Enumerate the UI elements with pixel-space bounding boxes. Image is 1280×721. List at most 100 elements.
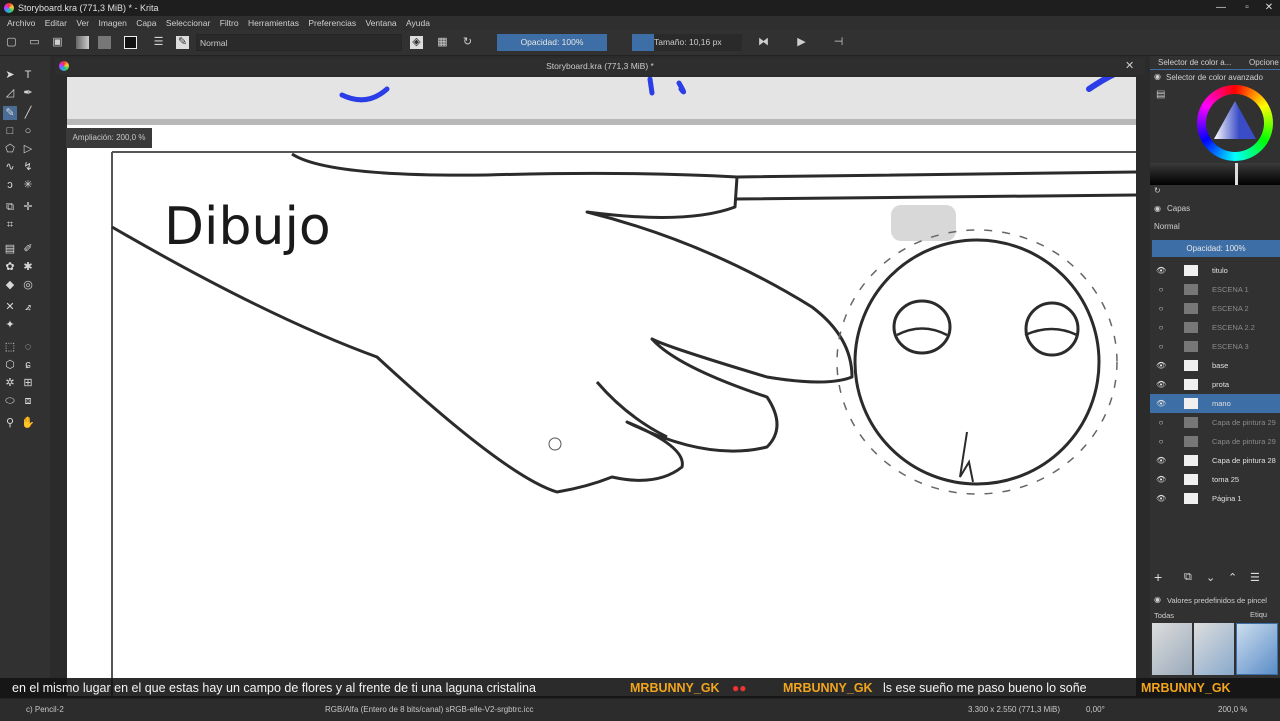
layer-row[interactable]: ○ ESCENA 2.2 — [1150, 318, 1280, 337]
layers-blend-mode[interactable]: Normal — [1154, 222, 1180, 231]
gradient-tool-icon[interactable]: ▤ — [3, 242, 17, 256]
menu-editar[interactable]: Editar — [45, 16, 67, 30]
layer-row[interactable]: 👁 base — [1150, 356, 1280, 375]
close-document-icon[interactable]: ✕ — [1125, 58, 1134, 75]
polygon-tool-icon[interactable]: ⬠ — [3, 142, 17, 156]
minimize-button[interactable]: — — [1210, 0, 1232, 16]
menu-ver[interactable]: Ver — [76, 16, 89, 30]
new-document-icon[interactable]: ▢ — [5, 36, 18, 49]
polyline-tool-icon[interactable]: ▷ — [21, 142, 35, 156]
layers-opacity-slider[interactable]: Opacidad: 100% — [1152, 240, 1280, 257]
freehand-path-tool-icon[interactable]: ↯ — [21, 160, 35, 174]
layer-row[interactable]: 👁 Página 1 — [1150, 489, 1280, 508]
refresh-icon[interactable]: ↻ — [1154, 186, 1161, 195]
opacity-slider[interactable]: Opacidad: 100% — [497, 34, 607, 51]
visibility-hidden-icon[interactable]: ○ — [1156, 299, 1166, 318]
enclose-fill-tool-icon[interactable]: ◎ — [21, 278, 35, 292]
duplicate-layer-icon[interactable]: ⧉ — [1184, 571, 1192, 584]
gradient-swatch-icon[interactable] — [76, 36, 89, 49]
blend-mode-select[interactable]: Normal — [196, 34, 402, 51]
multibrush-tool-icon[interactable]: ✳ — [21, 178, 35, 192]
transform-tool-icon[interactable]: ⧉ — [3, 200, 17, 214]
menu-archivo[interactable]: Archivo — [7, 16, 35, 30]
rectangle-tool-icon[interactable]: □ — [3, 124, 17, 138]
visibility-hidden-icon[interactable]: ○ — [1156, 318, 1166, 337]
freehand-brush-tool-icon[interactable]: ✎ — [3, 106, 17, 120]
layer-properties-icon[interactable]: ☰ — [1250, 571, 1260, 584]
similar-select-tool-icon[interactable]: ⊞ — [21, 376, 35, 390]
bezier-select-tool-icon[interactable]: ⬭ — [3, 394, 17, 408]
layer-row[interactable]: ○ Capa de pintura 29 — [1150, 413, 1280, 432]
alpha-lock-icon[interactable]: ▦ — [436, 36, 449, 49]
menu-imagen[interactable]: Imagen — [98, 16, 126, 30]
polygon-select-tool-icon[interactable]: ⬡ — [3, 358, 17, 372]
crop-tool-icon[interactable]: ⌗ — [3, 218, 17, 232]
bezier-tool-icon[interactable]: ∿ — [3, 160, 17, 174]
visibility-eye-icon[interactable]: 👁 — [1156, 489, 1166, 508]
brush-preset-pencil[interactable] — [1152, 623, 1192, 675]
save-icon[interactable]: ▣ — [51, 36, 64, 49]
measure-tool-icon[interactable]: ⦨ — [21, 300, 35, 314]
visibility-eye-icon[interactable]: 👁 — [1156, 394, 1166, 413]
status-rotation[interactable]: 0,00° — [1086, 699, 1105, 721]
smart-patch-tool-icon[interactable]: ✱ — [21, 260, 35, 274]
menu-ayuda[interactable]: Ayuda — [406, 16, 430, 30]
brush-preset-selected[interactable] — [1236, 623, 1278, 675]
calligraphy-tool-icon[interactable]: ✒ — [21, 86, 35, 100]
reference-images-tool-icon[interactable]: ✦ — [3, 318, 17, 332]
menu-herramientas[interactable]: Herramientas — [248, 16, 299, 30]
tab-options[interactable]: Opcione — [1249, 58, 1279, 67]
layer-row[interactable]: ○ ESCENA 3 — [1150, 337, 1280, 356]
layer-row[interactable]: ○ Capa de pintura 29 — [1150, 432, 1280, 451]
menu-preferencias[interactable]: Preferencias — [308, 16, 356, 30]
visibility-eye-icon[interactable]: 👁 — [1156, 356, 1166, 375]
color-triangle[interactable] — [1211, 99, 1259, 147]
eraser-mode-icon[interactable]: ◈ — [410, 36, 423, 49]
layer-row[interactable]: 👁 mano — [1150, 394, 1280, 413]
menu-filtro[interactable]: Filtro — [220, 16, 239, 30]
move-tool-icon[interactable]: ✛ — [21, 200, 35, 214]
brush-presets-tag[interactable]: Etiqu — [1250, 610, 1267, 619]
color-wheel[interactable] — [1197, 85, 1273, 161]
color-sampler-tool-icon[interactable]: ✐ — [21, 242, 35, 256]
pattern-swatch-icon[interactable] — [98, 36, 111, 49]
visibility-hidden-icon[interactable]: ○ — [1156, 413, 1166, 432]
pan-tool-icon[interactable]: ✋ — [21, 416, 35, 430]
close-window-button[interactable]: ✕ — [1258, 0, 1280, 16]
layer-row[interactable]: 👁 toma 25 — [1150, 470, 1280, 489]
status-zoom[interactable]: 200,0 % — [1218, 699, 1247, 721]
magnetic-select-tool-icon[interactable]: ⧈ — [21, 394, 35, 408]
visibility-hidden-icon[interactable]: ○ — [1156, 280, 1166, 299]
visibility-eye-icon[interactable]: 👁 — [1156, 261, 1166, 280]
color-settings-icon[interactable]: ▤ — [1156, 89, 1165, 100]
visibility-eye-icon[interactable]: 👁 — [1156, 451, 1166, 470]
size-slider[interactable]: Tamaño: 10,16 px — [632, 34, 742, 51]
select-shapes-tool-icon[interactable]: ➤ — [3, 68, 17, 82]
visibility-hidden-icon[interactable]: ○ — [1156, 337, 1166, 356]
brush-settings-icon[interactable]: ☰ — [152, 36, 165, 49]
layer-row[interactable]: 👁 Capa de pintura 28 — [1150, 451, 1280, 470]
move-layer-up-icon[interactable]: ⌃ — [1228, 571, 1237, 584]
brush-preset-pen[interactable] — [1194, 623, 1234, 675]
layer-row[interactable]: ○ ESCENA 1 — [1150, 280, 1280, 299]
dynamic-brush-tool-icon[interactable]: ↄ — [3, 178, 17, 192]
fill-tool-icon[interactable]: ◆ — [3, 278, 17, 292]
tab-color-selector[interactable]: Selector de color a... — [1158, 58, 1231, 67]
open-document-icon[interactable]: ▭ — [28, 36, 41, 49]
contiguous-select-tool-icon[interactable]: ✲ — [3, 376, 17, 390]
fg-bg-color-icon[interactable] — [124, 36, 137, 49]
rect-select-tool-icon[interactable]: ⬚ — [3, 340, 17, 354]
ellipse-tool-icon[interactable]: ○ — [21, 124, 35, 138]
add-layer-icon[interactable]: + — [1154, 569, 1162, 585]
layer-row[interactable]: 👁 titulo — [1150, 261, 1280, 280]
visibility-eye-icon[interactable]: 👁 — [1156, 375, 1166, 394]
drawing-canvas[interactable]: Dibujo — [67, 77, 1136, 696]
text-tool-icon[interactable]: T — [21, 68, 35, 82]
document-tab[interactable]: Storyboard.kra (771,3 MiB) * ✕ — [55, 58, 1145, 75]
wrap-around-icon[interactable]: ⊣ — [832, 36, 845, 49]
mirror-horizontal-icon[interactable]: ⧓ — [757, 36, 770, 49]
freehand-select-tool-icon[interactable]: ɕ — [21, 358, 35, 372]
layer-row[interactable]: ○ ESCENA 2 — [1150, 299, 1280, 318]
assistant-tool-icon[interactable]: ✕ — [3, 300, 17, 314]
menu-seleccionar[interactable]: Seleccionar — [166, 16, 210, 30]
